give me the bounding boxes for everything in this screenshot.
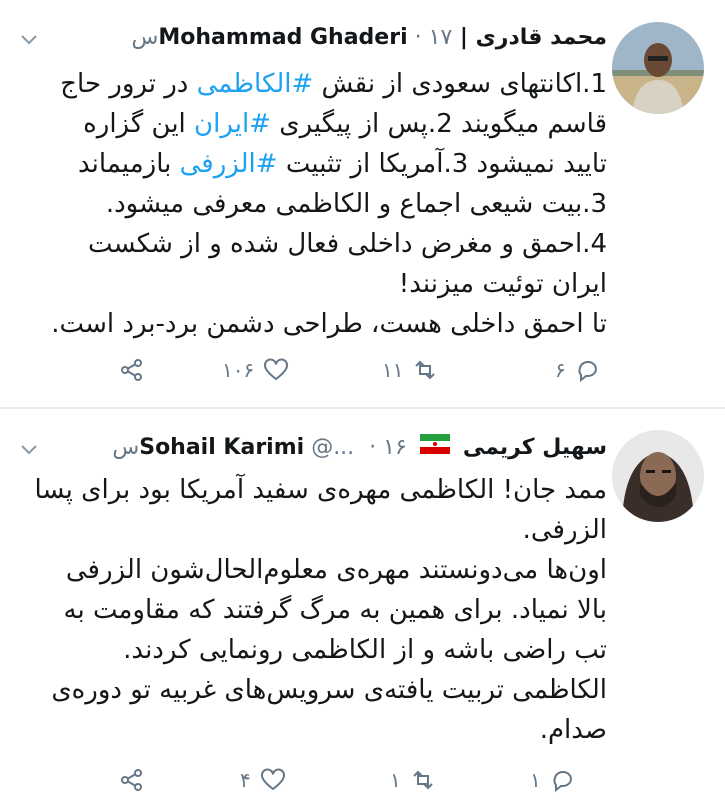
tweet-text-line: 3.بیت شیعی اجماع و الکاظمی معرفی میشود. bbox=[22, 184, 607, 224]
tweet-header: محمد قادری | Mohammad Ghaderi · ۱۷س bbox=[132, 24, 607, 52]
author-name-latin[interactable]: Sohail Karimi bbox=[139, 435, 304, 460]
retweet-button[interactable]: ۱ bbox=[390, 766, 437, 794]
tweet-text-line: ایران توئیت میزنند! bbox=[22, 264, 607, 304]
tweet-text-line: بالا نمیاد. برای همین به مرگ گرفتند که م… bbox=[22, 590, 608, 630]
like-count: ۴ bbox=[240, 768, 251, 792]
author-handle[interactable]: @... bbox=[311, 435, 354, 460]
text-segment: الکاظمی تربیت یافته‌ی سرویس‌های غربیه تو… bbox=[51, 675, 607, 705]
reply-button[interactable]: ۶ bbox=[555, 356, 602, 384]
text-segment: 1.اکانتهای سعودی از نقش bbox=[313, 69, 608, 99]
tweet[interactable]: سهیل کریمی Sohail Karimi @... · ۱۶س ممد … bbox=[0, 408, 725, 800]
text-segment: این گزاره bbox=[83, 109, 195, 139]
like-count: ۱۰۶ bbox=[222, 358, 255, 382]
text-segment: الزرفی. bbox=[522, 515, 607, 545]
share-button[interactable] bbox=[118, 766, 146, 794]
tweet-text-line: تایید نمیشود 3.آمریکا از تثبیت #الزرفی ب… bbox=[22, 144, 607, 184]
reply-count: ۶ bbox=[555, 358, 566, 382]
heart-icon bbox=[260, 768, 285, 791]
heart-icon bbox=[264, 358, 289, 381]
retweet-icon bbox=[413, 770, 433, 790]
retweet-count: ۱۱ bbox=[382, 358, 404, 382]
iran-flag-icon bbox=[419, 434, 450, 462]
tweet-text-line: اون‌ها می‌دونستند مهره‌ی معلوم‌الحال‌شون… bbox=[22, 550, 607, 590]
tweet-text-line: تا احمق داخلی هست، طراحی دشمن برد-برد اس… bbox=[22, 304, 607, 344]
text-segment: صدام. bbox=[539, 715, 607, 745]
text-segment: 3.بیت شیعی اجماع و الکاظمی معرفی میشود. bbox=[105, 189, 607, 219]
tweet-actions: ۱ ۱ ۴ bbox=[0, 766, 725, 806]
text-segment: اون‌ها می‌دونستند مهره‌ی معلوم‌الحال‌شون… bbox=[65, 555, 607, 585]
chevron-down-icon[interactable] bbox=[18, 438, 40, 460]
retweet-button[interactable]: ۱۱ bbox=[382, 356, 439, 384]
tweet[interactable]: محمد قادری | Mohammad Ghaderi · ۱۷س 1.اک… bbox=[0, 0, 725, 408]
avatar[interactable] bbox=[612, 22, 704, 114]
tweet-text: ممد جان! الکاظمی مهره‌ی سفید آمریکا بود … bbox=[22, 470, 607, 750]
tweet-actions: ۶ ۱۱ ۱۰۶ bbox=[0, 356, 725, 396]
reply-count: ۱ bbox=[530, 768, 541, 792]
tweet-text-line: تب راضی باشه و از الکاظمی رونمایی کردند. bbox=[22, 630, 607, 670]
tweet-text-line: قاسم میگویند 2.پس از پیگیری #ایران این گ… bbox=[22, 104, 607, 144]
author-name[interactable]: محمد قادری | Mohammad Ghaderi bbox=[158, 25, 607, 50]
text-segment: ممد جان! الکاظمی مهره‌ی سفید آمریکا بود … bbox=[34, 475, 607, 505]
tweet-text: 1.اکانتهای سعودی از نقش #الکاظمی در ترور… bbox=[22, 64, 607, 344]
chevron-down-icon[interactable] bbox=[18, 28, 40, 50]
author-name[interactable]: سهیل کریمی bbox=[463, 435, 607, 460]
text-segment: تب راضی باشه و از الکاظمی رونمایی کردند. bbox=[123, 635, 607, 665]
reply-icon bbox=[578, 361, 597, 383]
text-segment: ایران توئیت میزنند! bbox=[398, 269, 607, 299]
tweet-text-line: 1.اکانتهای سعودی از نقش #الکاظمی در ترور… bbox=[22, 64, 607, 104]
tweet-text-line: الکاظمی تربیت یافته‌ی سرویس‌های غربیه تو… bbox=[22, 670, 607, 710]
dot-separator: · bbox=[369, 435, 377, 460]
text-segment: قاسم میگویند 2.پس از پیگیری bbox=[270, 109, 607, 139]
text-segment: بازمیماند bbox=[78, 149, 180, 179]
share-icon bbox=[121, 359, 142, 381]
hashtag-link[interactable]: #الکاظمی bbox=[197, 69, 314, 99]
hashtag-link[interactable]: #الزرفی bbox=[180, 149, 278, 179]
reply-icon bbox=[553, 771, 572, 793]
share-icon bbox=[121, 769, 142, 791]
tweet-text-line: الزرفی. bbox=[22, 510, 607, 550]
like-button[interactable]: ۱۰۶ bbox=[222, 356, 290, 384]
dot-separator: · bbox=[414, 25, 422, 50]
avatar[interactable] bbox=[612, 430, 704, 522]
text-segment: در ترور حاج bbox=[60, 69, 197, 99]
reply-button[interactable]: ۱ bbox=[530, 766, 577, 794]
like-button[interactable]: ۴ bbox=[240, 766, 287, 794]
text-segment: 4.احمق و مغرض داخلی فعال شده و از شکست bbox=[88, 229, 607, 259]
retweet-icon bbox=[415, 360, 436, 380]
text-segment: بالا نمیاد. برای همین به مرگ گرفتند که م… bbox=[63, 595, 608, 625]
tweet-header: سهیل کریمی Sohail Karimi @... · ۱۶س bbox=[112, 434, 607, 462]
retweet-count: ۱ bbox=[390, 768, 401, 792]
tweet-text-line: ممد جان! الکاظمی مهره‌ی سفید آمریکا بود … bbox=[22, 470, 607, 510]
share-button[interactable] bbox=[118, 356, 146, 384]
tweet-text-line: 4.احمق و مغرض داخلی فعال شده و از شکست bbox=[22, 224, 607, 264]
text-segment: تایید نمیشود 3.آمریکا از تثبیت bbox=[277, 149, 607, 179]
text-segment: تا احمق داخلی هست، طراحی دشمن برد-برد اس… bbox=[51, 309, 607, 339]
hashtag-link[interactable]: #ایران bbox=[194, 109, 271, 139]
tweet-text-line: صدام. bbox=[22, 710, 607, 750]
